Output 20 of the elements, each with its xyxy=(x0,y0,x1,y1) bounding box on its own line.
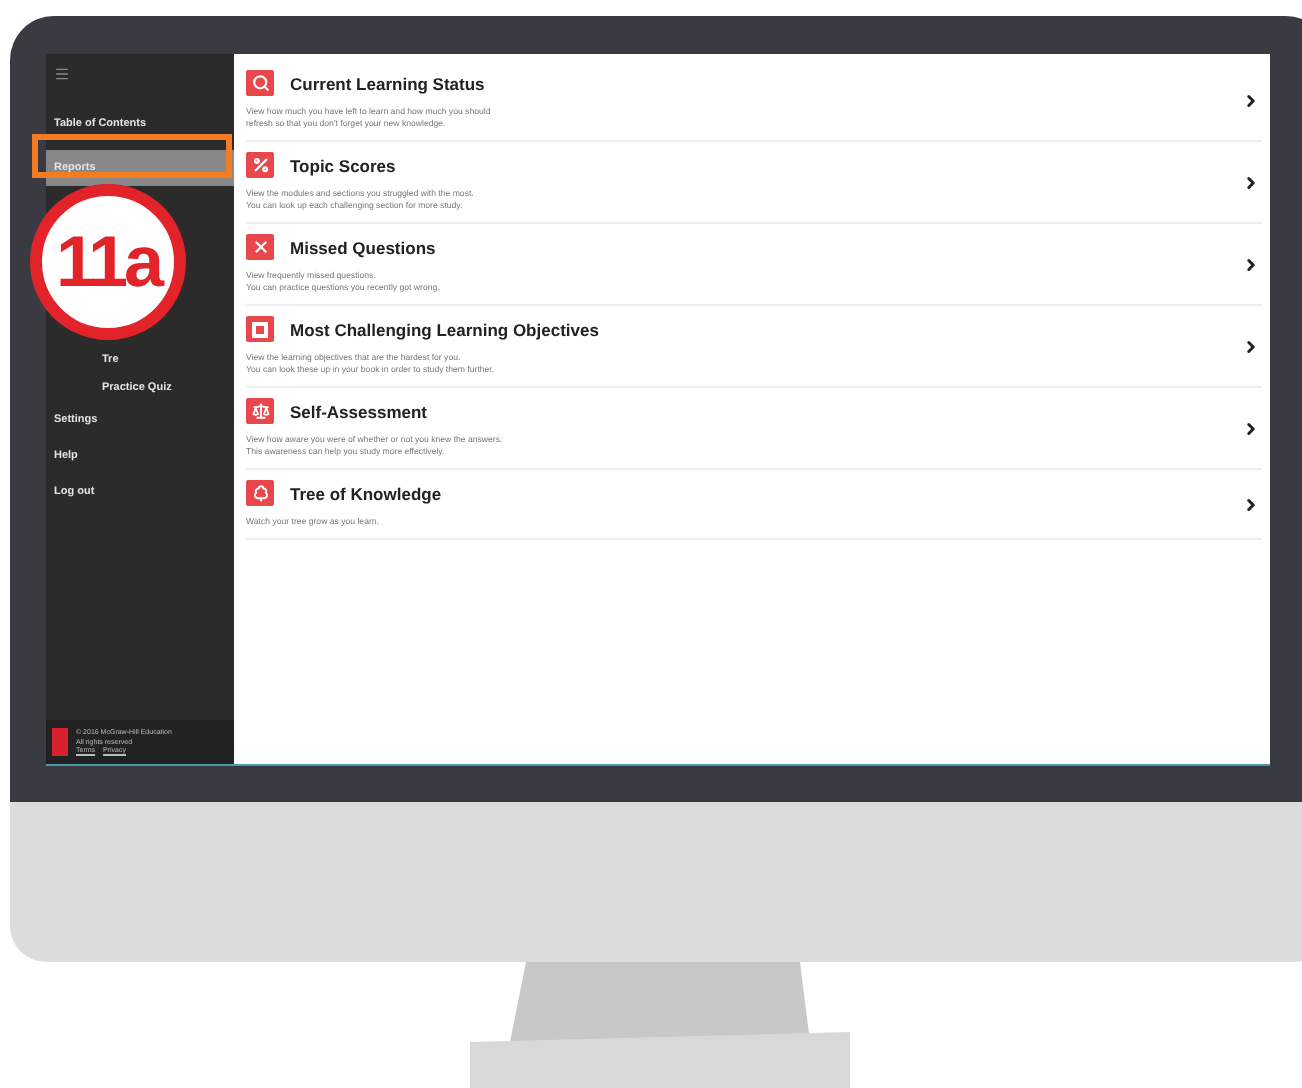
chevron-icon xyxy=(1242,495,1260,514)
chevron-icon xyxy=(1242,419,1260,438)
report-title: Current Learning Status xyxy=(290,73,487,93)
search-icon xyxy=(251,74,269,92)
chevron-icon xyxy=(1242,337,1260,356)
menu-icon[interactable] xyxy=(54,66,70,82)
report-title: Missed Questions xyxy=(290,237,438,258)
report-title: Most Challenging Learning Objectives xyxy=(290,319,601,340)
chevron-icon xyxy=(1242,173,1260,192)
report-title: Tree of Knowledge xyxy=(290,483,444,504)
tree-icon xyxy=(251,484,269,503)
chevron-icon xyxy=(1242,91,1260,110)
chevron-icon xyxy=(1242,255,1260,274)
logo-icon xyxy=(52,728,68,756)
x-icon xyxy=(251,238,269,257)
square-icon xyxy=(252,321,268,338)
report-title: Topic Scores xyxy=(290,155,398,176)
report-title: Self-Assessment xyxy=(290,401,430,422)
scale-icon xyxy=(251,402,269,421)
percent-icon xyxy=(251,156,269,175)
